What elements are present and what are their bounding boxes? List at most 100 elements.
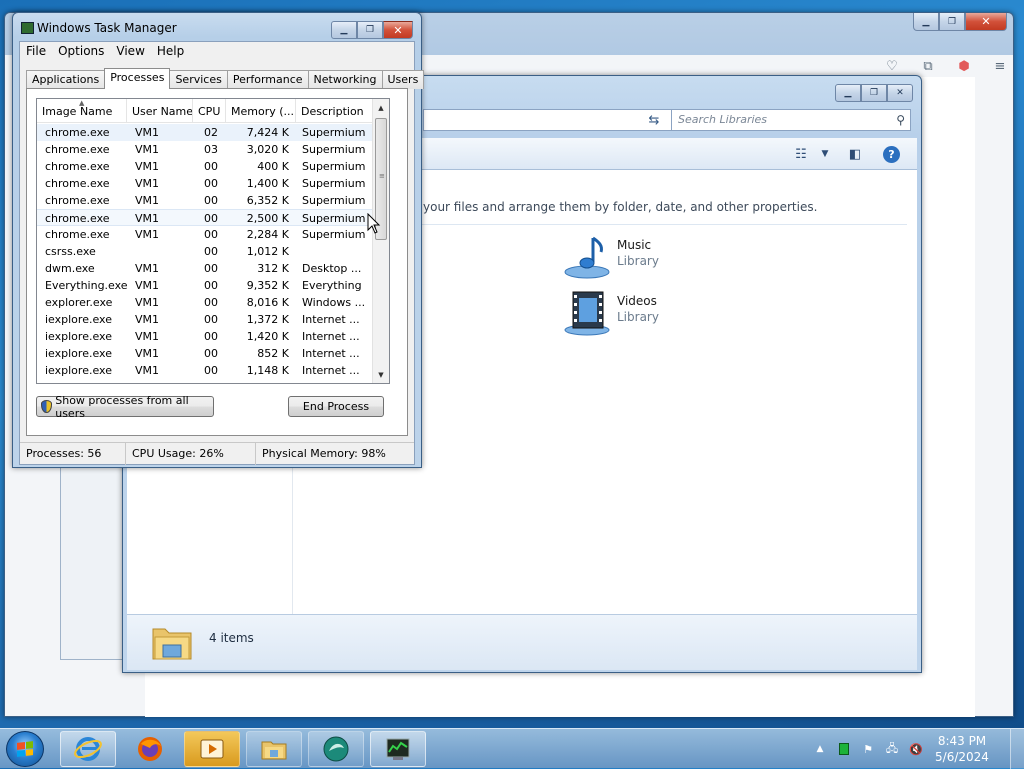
tab-performance[interactable]: Performance <box>226 70 309 89</box>
tab-services[interactable]: Services <box>169 70 228 89</box>
process-cpu: 00 <box>204 177 218 190</box>
preview-pane-icon[interactable]: ◧ <box>845 144 865 164</box>
process-list-scrollbar[interactable]: ▲ ≡ ▼ <box>372 99 389 383</box>
menu-file[interactable]: File <box>20 42 52 62</box>
tab-users[interactable]: Users <box>381 70 425 89</box>
chrome-caption-buttons: ▁ ❐ ✕ <box>913 13 1007 31</box>
process-row[interactable]: iexplore.exe VM1 00 852 K Internet ... <box>37 345 373 362</box>
green-status-icon[interactable] <box>836 741 852 757</box>
explorer-minimize-button[interactable]: ▁ <box>835 84 861 102</box>
column-description[interactable]: Description <box>296 99 373 123</box>
taskbar-firefox[interactable] <box>122 731 178 767</box>
start-button[interactable] <box>6 731 44 767</box>
taskbar-app-circle[interactable] <box>308 731 364 767</box>
process-name: chrome.exe <box>45 212 110 225</box>
tm-minimize-button[interactable]: ▁ <box>331 21 357 39</box>
taskbar-task-manager[interactable] <box>370 731 426 767</box>
search-input[interactable]: Search Libraries ⚲ <box>671 109 911 131</box>
process-row[interactable]: csrss.exe 00 1,012 K <box>37 243 373 260</box>
sort-ascending-icon: ▲ <box>79 99 85 107</box>
videos-library-name: Videos <box>617 294 657 308</box>
process-desc: Supermium <box>302 177 366 190</box>
process-user: VM1 <box>135 347 160 360</box>
pocket-icon[interactable]: ♡ <box>883 57 901 75</box>
tab-processes[interactable]: Processes <box>104 68 171 89</box>
action-center-flag-icon[interactable]: ⚑ <box>860 741 876 757</box>
extensions-icon[interactable]: ⧉ <box>919 57 937 75</box>
tm-maximize-button[interactable]: ❐ <box>357 21 383 39</box>
show-desktop-button[interactable] <box>1010 729 1024 769</box>
explorer-close-button[interactable]: ✕ <box>887 84 913 102</box>
process-name: Everything.exe <box>45 279 128 292</box>
end-process-button[interactable]: End Process <box>288 396 384 417</box>
process-user: VM1 <box>135 228 160 241</box>
column-user-name[interactable]: User Name <box>127 99 193 123</box>
chrome-maximize-button[interactable]: ❐ <box>939 13 965 31</box>
process-cpu: 00 <box>204 330 218 343</box>
taskbar-media-player[interactable] <box>184 731 240 767</box>
menu-help[interactable]: Help <box>151 42 190 62</box>
background-window-edge <box>60 460 124 660</box>
column-image-name[interactable]: ▲ Image Name <box>37 99 127 123</box>
taskbar-windows-explorer[interactable] <box>246 731 302 767</box>
process-row[interactable]: chrome.exe VM1 00 1,400 K Supermium <box>37 175 373 192</box>
process-row[interactable]: chrome.exe VM1 00 2,500 K Supermium <box>37 209 373 226</box>
process-name: chrome.exe <box>45 194 110 207</box>
process-row[interactable]: chrome.exe VM1 00 400 K Supermium <box>37 158 373 175</box>
process-desc: Everything <box>302 279 362 292</box>
tab-applications[interactable]: Applications <box>26 70 106 89</box>
menu-icon[interactable]: ≡ <box>991 57 1009 75</box>
process-cpu: 00 <box>204 245 218 258</box>
process-desc: Desktop ... <box>302 262 362 275</box>
menu-options[interactable]: Options <box>52 42 110 62</box>
process-row[interactable]: iexplore.exe VM1 00 1,148 K Internet ... <box>37 362 373 379</box>
explorer-caption-buttons: ▁ ❐ ✕ <box>835 84 913 102</box>
process-row[interactable]: iexplore.exe VM1 00 1,420 K Internet ... <box>37 328 373 345</box>
library-music[interactable]: Music Library <box>563 234 703 282</box>
process-user: VM1 <box>135 177 160 190</box>
process-row[interactable]: chrome.exe VM1 03 3,020 K Supermium <box>37 141 373 158</box>
process-row[interactable]: explorer.exe VM1 00 8,016 K Windows ... <box>37 294 373 311</box>
process-cpu: 00 <box>204 364 218 377</box>
process-cpu: 02 <box>204 126 218 139</box>
system-clock[interactable]: 8:43 PM 5/6/2024 <box>930 733 994 765</box>
show-hidden-icons-icon[interactable]: ▲ <box>812 741 828 757</box>
change-view-icon[interactable]: ☷ <box>791 144 811 164</box>
view-dropdown-icon[interactable]: ▼ <box>815 144 835 164</box>
scroll-up-icon[interactable]: ▲ <box>373 99 389 116</box>
volume-muted-icon[interactable]: 🔇 <box>908 741 924 757</box>
refresh-icon[interactable]: ⇆ <box>643 109 665 131</box>
show-all-users-button[interactable]: Show processes from all users <box>36 394 214 420</box>
magnifier-icon[interactable]: ⚲ <box>896 113 905 127</box>
process-row[interactable]: chrome.exe VM1 00 2,284 K Supermium <box>37 226 373 243</box>
chrome-close-button[interactable]: ✕ <box>965 13 1007 31</box>
process-list[interactable]: ▲ Image Name User Name CPU Memory (... D… <box>36 98 390 384</box>
process-row[interactable]: chrome.exe VM1 02 7,424 K Supermium <box>37 124 373 141</box>
chrome-minimize-button[interactable]: ▁ <box>913 13 939 31</box>
process-name: iexplore.exe <box>45 330 112 343</box>
process-desc: Windows ... <box>302 296 366 309</box>
process-cpu: 00 <box>204 160 218 173</box>
tab-networking[interactable]: Networking <box>307 70 383 89</box>
process-desc: Internet ... <box>302 347 360 360</box>
process-row[interactable]: iexplore.exe VM1 00 1,372 K Internet ... <box>37 311 373 328</box>
process-row[interactable]: Everything.exe VM1 00 9,352 K Everything <box>37 277 373 294</box>
taskbar-internet-explorer[interactable] <box>60 731 116 767</box>
menu-view[interactable]: View <box>110 42 150 62</box>
column-cpu[interactable]: CPU <box>193 99 226 123</box>
status-processes: Processes: 56 <box>20 443 126 465</box>
taskbar: ▲ ⚑ 🖧 🔇 8:43 PM 5/6/2024 <box>0 728 1024 769</box>
library-videos[interactable]: Videos Library <box>563 290 703 338</box>
explorer-maximize-button[interactable]: ❐ <box>861 84 887 102</box>
tm-close-button[interactable]: ✕ <box>383 21 413 39</box>
process-row[interactable]: chrome.exe VM1 00 6,352 K Supermium <box>37 192 373 209</box>
column-memory[interactable]: Memory (... <box>226 99 296 123</box>
process-cpu: 00 <box>204 262 218 275</box>
ublock-icon[interactable]: ⬢ <box>955 57 973 75</box>
process-row[interactable]: dwm.exe VM1 00 312 K Desktop ... <box>37 260 373 277</box>
network-icon[interactable]: 🖧 <box>884 741 900 757</box>
help-icon[interactable]: ? <box>883 146 900 163</box>
process-user: VM1 <box>135 194 160 207</box>
tm-caption-buttons: ▁ ❐ ✕ <box>331 21 413 39</box>
scroll-down-icon[interactable]: ▼ <box>373 366 389 383</box>
